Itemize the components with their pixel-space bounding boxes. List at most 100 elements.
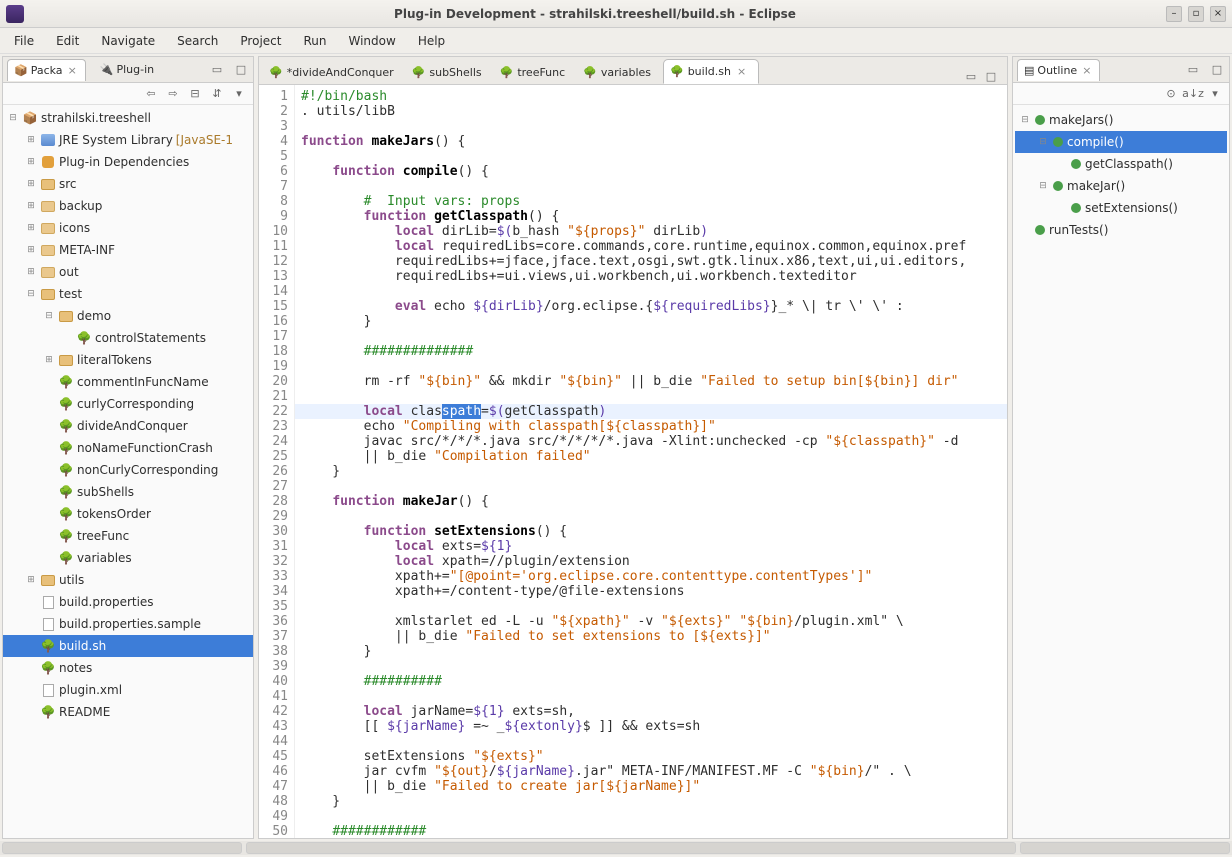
outline-tree[interactable]: ⊟makeJars()⊟compile()getClasspath()⊟make…: [1013, 105, 1229, 838]
minimize-button[interactable]: –: [1166, 6, 1182, 22]
tree-item-plugin-xml[interactable]: plugin.xml: [3, 679, 253, 701]
editor-tab-variables[interactable]: variables: [577, 61, 661, 84]
code-line-7[interactable]: [301, 179, 1007, 194]
menu-file[interactable]: File: [4, 31, 44, 51]
editor[interactable]: 1234567891011121314151617181920212223242…: [259, 85, 1007, 838]
code-line-11[interactable]: local requiredLibs=core.commands,core.ru…: [301, 239, 1007, 254]
code-line-22[interactable]: local classpath=$(getClasspath): [295, 404, 1007, 419]
tab-package-explorer[interactable]: 📦 Packa ×: [7, 59, 86, 81]
outline-item-setextensions--[interactable]: setExtensions(): [1015, 197, 1227, 219]
code-line-31[interactable]: local exts=${1}: [301, 539, 1007, 554]
code-line-5[interactable]: [301, 149, 1007, 164]
maximize-view-button[interactable]: □: [1209, 62, 1225, 78]
code-line-44[interactable]: [301, 734, 1007, 749]
minimize-editor-button[interactable]: ▭: [963, 68, 979, 84]
tree-item-tokensorder[interactable]: tokensOrder: [3, 503, 253, 525]
code-line-17[interactable]: [301, 329, 1007, 344]
code-line-32[interactable]: local xpath=//plugin/extension: [301, 554, 1007, 569]
tree-item-meta-inf[interactable]: ⊞META-INF: [3, 239, 253, 261]
code-line-27[interactable]: [301, 479, 1007, 494]
editor-tab-build-sh[interactable]: build.sh×: [663, 59, 759, 84]
menu-navigate[interactable]: Navigate: [91, 31, 165, 51]
editor-tab-treefunc[interactable]: treeFunc: [494, 61, 576, 84]
tree-item-out[interactable]: ⊞out: [3, 261, 253, 283]
editor-tab-subshells[interactable]: subShells: [406, 61, 492, 84]
menu-help[interactable]: Help: [408, 31, 455, 51]
tree-item-noncurlycorresponding[interactable]: nonCurlyCorresponding: [3, 459, 253, 481]
outline-item-runtests--[interactable]: runTests(): [1015, 219, 1227, 241]
code-line-35[interactable]: [301, 599, 1007, 614]
code-line-46[interactable]: jar cvfm "${out}/${jarName}.jar" META-IN…: [301, 764, 1007, 779]
tree-item-readme[interactable]: README: [3, 701, 253, 723]
minimize-view-button[interactable]: ▭: [1185, 62, 1201, 78]
tree-item-jre-system-library[interactable]: ⊞JRE System Library [JavaSE-1: [3, 129, 253, 151]
close-icon[interactable]: ×: [1080, 64, 1093, 77]
code-line-26[interactable]: }: [301, 464, 1007, 479]
code-line-14[interactable]: [301, 284, 1007, 299]
code-line-34[interactable]: xpath+=/content-type/@file-extensions: [301, 584, 1007, 599]
code-area[interactable]: #!/bin/bash. utils/libB function makeJar…: [295, 85, 1007, 838]
focus-button[interactable]: ⊙: [1163, 86, 1179, 102]
tree-item-build-properties-sample[interactable]: build.properties.sample: [3, 613, 253, 635]
code-line-38[interactable]: }: [301, 644, 1007, 659]
view-menu-button[interactable]: ▾: [231, 86, 247, 102]
tree-item-build-properties[interactable]: build.properties: [3, 591, 253, 613]
back-button[interactable]: ⇦: [143, 86, 159, 102]
tree-item-literaltokens[interactable]: ⊞literalTokens: [3, 349, 253, 371]
code-line-33[interactable]: xpath+="[@point='org.eclipse.core.conten…: [301, 569, 1007, 584]
outline-item-getclasspath--[interactable]: getClasspath(): [1015, 153, 1227, 175]
code-line-18[interactable]: ##############: [301, 344, 1007, 359]
outline-item-makejars--[interactable]: ⊟makeJars(): [1015, 109, 1227, 131]
hide-button[interactable]: ▾: [1207, 86, 1223, 102]
tree-item-commentinfuncname[interactable]: commentInFuncName: [3, 371, 253, 393]
tree-item-test[interactable]: ⊟test: [3, 283, 253, 305]
tree-item-backup[interactable]: ⊞backup: [3, 195, 253, 217]
code-line-24[interactable]: javac src/*/*/*.java src/*/*/*/*.java -X…: [301, 434, 1007, 449]
code-line-3[interactable]: [301, 119, 1007, 134]
code-line-15[interactable]: eval echo ${dirLib}/org.eclipse.{${requi…: [301, 299, 1007, 314]
forward-button[interactable]: ⇨: [165, 86, 181, 102]
maximize-editor-button[interactable]: □: [983, 68, 999, 84]
tree-item-src[interactable]: ⊞src: [3, 173, 253, 195]
close-icon[interactable]: ×: [66, 64, 79, 77]
close-tab-icon[interactable]: ×: [735, 65, 748, 78]
sort-button[interactable]: a↓z: [1185, 86, 1201, 102]
code-line-6[interactable]: function compile() {: [301, 164, 1007, 179]
code-line-9[interactable]: function getClasspath() {: [301, 209, 1007, 224]
code-line-21[interactable]: [301, 389, 1007, 404]
menu-project[interactable]: Project: [230, 31, 291, 51]
code-line-16[interactable]: }: [301, 314, 1007, 329]
code-line-1[interactable]: #!/bin/bash: [301, 89, 1007, 104]
code-line-23[interactable]: echo "Compiling with classpath[${classpa…: [301, 419, 1007, 434]
maximize-view-button[interactable]: □: [233, 62, 249, 78]
minimize-view-button[interactable]: ▭: [209, 62, 225, 78]
tree-item-divideandconquer[interactable]: divideAndConquer: [3, 415, 253, 437]
tree-item-plug-in-dependencies[interactable]: ⊞Plug-in Dependencies: [3, 151, 253, 173]
code-line-41[interactable]: [301, 689, 1007, 704]
code-line-39[interactable]: [301, 659, 1007, 674]
project-root[interactable]: ⊟📦strahilski.treeshell: [3, 107, 253, 129]
link-editor-button[interactable]: ⇵: [209, 86, 225, 102]
tree-item-notes[interactable]: notes: [3, 657, 253, 679]
code-line-49[interactable]: [301, 809, 1007, 824]
code-line-12[interactable]: requiredLibs+=jface,jface.text,osgi,swt.…: [301, 254, 1007, 269]
code-line-19[interactable]: [301, 359, 1007, 374]
tree-item-demo[interactable]: ⊟demo: [3, 305, 253, 327]
code-line-10[interactable]: local dirLib=$(b_hash "${props}" dirLib): [301, 224, 1007, 239]
menu-run[interactable]: Run: [293, 31, 336, 51]
code-line-4[interactable]: function makeJars() {: [301, 134, 1007, 149]
code-line-25[interactable]: || b_die "Compilation failed": [301, 449, 1007, 464]
tree-item-nonamefunctioncrash[interactable]: noNameFunctionCrash: [3, 437, 253, 459]
maximize-button[interactable]: ▫: [1188, 6, 1204, 22]
code-line-28[interactable]: function makeJar() {: [301, 494, 1007, 509]
tree-item-variables[interactable]: variables: [3, 547, 253, 569]
code-line-13[interactable]: requiredLibs+=ui.views,ui.workbench,ui.w…: [301, 269, 1007, 284]
tree-item-utils[interactable]: ⊞utils: [3, 569, 253, 591]
editor-tab--divideandconquer[interactable]: *divideAndConquer: [263, 61, 404, 84]
tree-item-controlstatements[interactable]: controlStatements: [3, 327, 253, 349]
code-line-36[interactable]: xmlstarlet ed -L -u "${xpath}" -v "${ext…: [301, 614, 1007, 629]
code-line-42[interactable]: local jarName=${1} exts=sh,: [301, 704, 1007, 719]
tree-item-build-sh[interactable]: build.sh: [3, 635, 253, 657]
tree-item-subshells[interactable]: subShells: [3, 481, 253, 503]
tree-item-icons[interactable]: ⊞icons: [3, 217, 253, 239]
